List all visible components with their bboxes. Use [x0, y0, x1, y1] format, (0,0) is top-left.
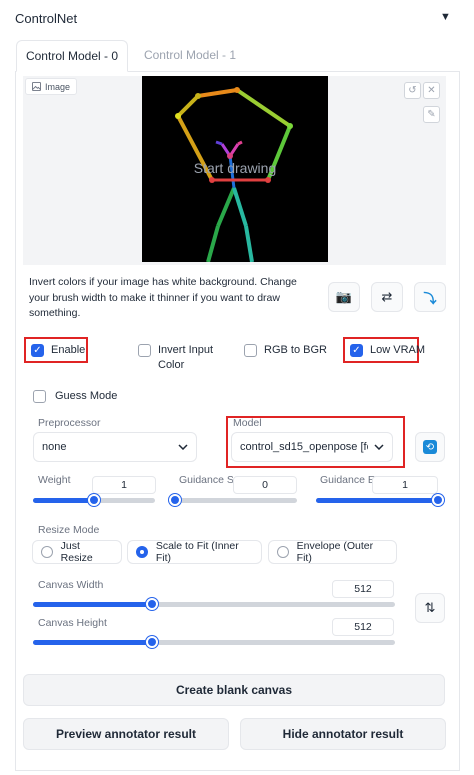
- weight-slider-fill: [33, 498, 94, 503]
- clear-icon[interactable]: ✕: [423, 82, 440, 99]
- undo-icon[interactable]: ↺: [404, 82, 421, 99]
- weight-input[interactable]: 1: [92, 476, 156, 494]
- weight-slider-handle[interactable]: [88, 494, 100, 506]
- invert-hint-text: Invert colors if your image has white ba…: [29, 276, 297, 319]
- radio-envelope-label: Envelope (Outer Fit): [296, 540, 374, 564]
- radio-button[interactable]: [277, 546, 289, 558]
- guidance-start-input[interactable]: 0: [233, 476, 297, 494]
- guidance-start-slider-handle[interactable]: [169, 494, 181, 506]
- enable-checkbox[interactable]: ✓: [31, 344, 44, 357]
- canvas-width-slider-track[interactable]: [33, 602, 395, 607]
- radio-button[interactable]: [41, 546, 53, 558]
- brush-icon[interactable]: ✎: [423, 106, 440, 123]
- tab-control-model-1[interactable]: Control Model - 1: [132, 40, 248, 72]
- guess-mode-checkbox[interactable]: [33, 390, 46, 403]
- radio-button-selected[interactable]: [136, 546, 148, 558]
- radio-just-resize-label: Just Resize: [60, 540, 93, 564]
- weight-label: Weight: [38, 474, 71, 486]
- model-select[interactable]: control_sd15_openpose [fe: [231, 432, 393, 462]
- canvas-width-slider-fill: [33, 602, 153, 607]
- swap-dimensions-button[interactable]: ⇅: [415, 593, 445, 623]
- camera-icon: 📷: [335, 289, 353, 304]
- swap-vertical-icon: ⇅: [424, 600, 436, 615]
- guidance-end-input[interactable]: 1: [372, 476, 438, 494]
- guess-mode-checkbox-group[interactable]: Guess Mode: [33, 389, 117, 404]
- low-vram-checkbox[interactable]: ✓: [350, 344, 363, 357]
- invert-input-checkbox[interactable]: [138, 344, 151, 357]
- hide-annotator-button[interactable]: Hide annotator result: [240, 718, 446, 750]
- model-label: Model: [233, 417, 262, 429]
- panel-title: ControlNet: [15, 11, 78, 26]
- canvas-height-label: Canvas Height: [38, 617, 107, 629]
- canvas-height-slider-fill: [33, 640, 153, 645]
- image-label: Image: [25, 78, 78, 95]
- refresh-models-button[interactable]: ⟲: [415, 432, 445, 462]
- preprocessor-label: Preprocessor: [38, 417, 101, 429]
- preprocessor-value: none: [42, 441, 67, 453]
- radio-scale-to-fit[interactable]: Scale to Fit (Inner Fit): [127, 540, 262, 564]
- rgb-to-bgr-checkbox-group[interactable]: RGB to BGR: [244, 343, 327, 358]
- image-icon: [32, 82, 41, 91]
- send-button[interactable]: ⤵: [414, 282, 446, 312]
- tab-control-model-0[interactable]: Control Model - 0: [16, 40, 128, 72]
- chevron-down-icon: [374, 444, 384, 450]
- canvas-placeholder: Start drawing: [193, 160, 277, 176]
- camera-button[interactable]: 📷: [328, 282, 360, 312]
- radio-envelope[interactable]: Envelope (Outer Fit): [268, 540, 397, 564]
- swap-icon: ⇄: [381, 289, 393, 304]
- preprocessor-select[interactable]: none: [33, 432, 197, 462]
- collapse-icon[interactable]: ▼: [440, 11, 451, 23]
- radio-scale-to-fit-label: Scale to Fit (Inner Fit): [155, 540, 239, 564]
- refresh-icon: ⟲: [423, 440, 437, 454]
- swap-button[interactable]: ⇄: [371, 282, 403, 312]
- radio-just-resize[interactable]: Just Resize: [32, 540, 122, 564]
- invert-input-checkbox-group[interactable]: Invert Input Color: [138, 343, 228, 373]
- low-vram-label: Low VRAM: [370, 344, 426, 356]
- canvas-width-label: Canvas Width: [38, 579, 104, 591]
- rgb-to-bgr-label: RGB to BGR: [264, 344, 327, 356]
- enable-label: Enable: [51, 344, 86, 356]
- enable-checkbox-group[interactable]: ✓ Enable: [31, 343, 85, 358]
- guidance-end-slider-track[interactable]: [316, 498, 438, 503]
- guidance-end-slider-handle[interactable]: [432, 494, 444, 506]
- chevron-down-icon: [178, 444, 188, 450]
- image-label-text: Image: [45, 81, 71, 92]
- model-value: control_sd15_openpose [fe: [240, 441, 368, 453]
- guidance-end-slider-fill: [316, 498, 438, 503]
- rgb-to-bgr-checkbox[interactable]: [244, 344, 257, 357]
- create-blank-canvas-button[interactable]: Create blank canvas: [23, 674, 445, 706]
- send-icon: ⤵: [423, 290, 437, 306]
- guidance-start-label: Guidance Sta: [179, 474, 233, 486]
- invert-input-label: Invert Input Color: [158, 344, 214, 371]
- canvas-height-slider-track[interactable]: [33, 640, 395, 645]
- preview-annotator-button[interactable]: Preview annotator result: [23, 718, 229, 750]
- guidance-end-label: Guidance En: [320, 474, 376, 486]
- guidance-start-slider-track[interactable]: [175, 498, 297, 503]
- canvas-height-input[interactable]: 512: [332, 618, 394, 636]
- canvas-width-input[interactable]: 512: [332, 580, 394, 598]
- resize-mode-label: Resize Mode: [38, 524, 100, 536]
- low-vram-checkbox-group[interactable]: ✓ Low VRAM: [350, 343, 425, 358]
- guess-mode-label: Guess Mode: [55, 390, 118, 402]
